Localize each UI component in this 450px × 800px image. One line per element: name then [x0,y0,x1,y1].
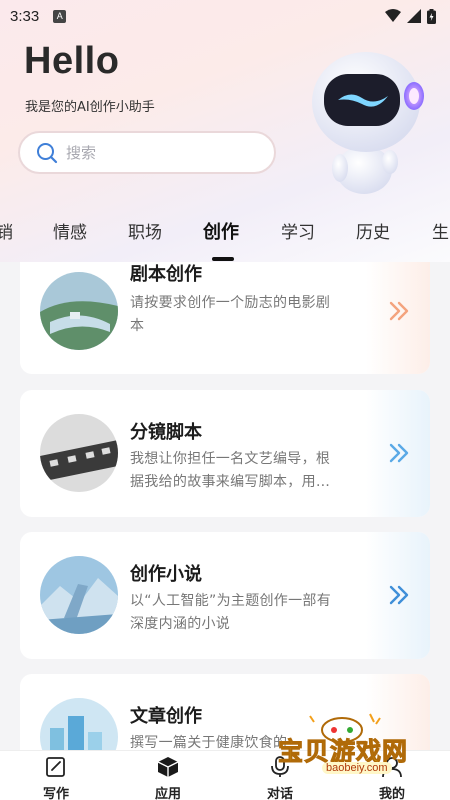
greeting-subtitle: 我是您的AI创作小助手 [25,100,155,115]
battery-icon [427,8,436,24]
signal-icon [407,9,421,23]
card-description-line: 请按要求创作一个励志的电影剧 [130,295,331,311]
card-arrow-button[interactable] [366,262,430,374]
card-title: 剧本创作 [130,264,202,285]
double-chevron-right-icon [389,443,409,463]
search-placeholder: 搜索 [66,144,97,162]
novel-writing-thumbnail [40,556,118,634]
nav-label: 应用 [154,787,181,800]
wifi-icon [385,9,401,22]
active-tab-indicator [212,257,234,261]
tab-study[interactable]: 学习 [281,218,315,243]
card-arrow-button[interactable] [366,532,430,659]
nav-label: 对话 [266,787,293,800]
nav-item-write[interactable]: 写作 [26,751,86,800]
script-writing-thumbnail [40,272,118,350]
watermark-url: baobeiy.com [322,762,392,774]
double-chevron-right-icon [389,301,409,321]
list-item[interactable]: 分镜脚本 我想让你担任一名文艺编导，根 据我给的故事来编写脚本，用… [20,390,430,517]
status-icons [385,8,436,24]
card-description: 我想让你担任一名文艺编导，根 据我给的故事来编写脚本，用… [130,448,365,494]
article-writing-thumbnail [40,698,118,752]
card-title: 文章创作 [130,706,202,727]
tab-emotion[interactable]: 情感 [53,218,87,243]
tab-life[interactable]: 生 [432,218,449,243]
cube-icon [157,757,179,777]
card-title: 分镜脚本 [130,422,202,443]
nav-item-apps[interactable]: 应用 [138,751,198,800]
nav-label: 我的 [378,787,405,800]
nav-label: 写作 [42,787,69,800]
list-item[interactable]: 创作小说 以“人工智能”为主题创作一部有 深度内涵的小说 [20,532,430,659]
status-bar: 3:33 A [0,0,450,32]
prompt-card-list: 剧本创作 请按要求创作一个励志的电影剧 本 分镜脚本 我想让你担任一名文艺编导，… [0,262,450,752]
list-item[interactable]: 剧本创作 请按要求创作一个励志的电影剧 本 [20,262,430,374]
search-input[interactable]: 搜索 [18,131,276,174]
card-description-line: 据我给的故事来编写脚本，用… [130,474,331,490]
robot-mascot-icon [312,52,424,194]
search-icon [37,142,58,163]
card-description: 以“人工智能”为主题创作一部有 深度内涵的小说 [130,590,365,636]
card-description-line: 以“人工智能”为主题创作一部有 [130,593,332,609]
double-chevron-right-icon [389,585,409,605]
status-time: 3:33 [10,7,40,25]
card-description-line: 我想让你担任一名文艺编导，根 [130,451,331,467]
greeting-title: Hello [24,40,120,82]
tab-workplace[interactable]: 职场 [128,218,162,243]
tab-marketing[interactable]: 销 [0,218,13,243]
storyboard-thumbnail [40,414,118,492]
notification-badge-icon: A [53,9,67,23]
card-description-line: 本 [130,318,145,334]
card-arrow-button[interactable] [366,390,430,517]
tab-creation[interactable]: 创作 [203,218,239,244]
category-tabs: 销 情感 职场 创作 学习 历史 生 [0,212,450,261]
edit-icon [46,757,65,777]
card-description: 请按要求创作一个励志的电影剧 本 [130,292,365,338]
card-title: 创作小说 [130,564,202,585]
tab-history[interactable]: 历史 [356,218,390,243]
card-description-line: 深度内涵的小说 [130,616,231,632]
